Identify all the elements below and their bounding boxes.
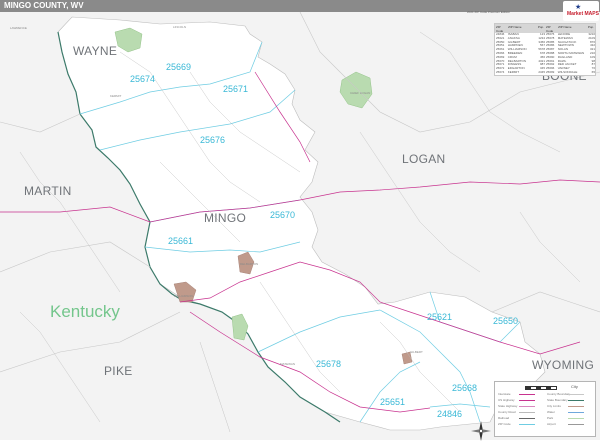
legend-swatch [568, 412, 584, 413]
legend-swatch [568, 424, 584, 425]
place-label: CHIEF LOGAN [350, 91, 371, 95]
zip-table-right-column: 25676 LENORE 3210 25678 MATEWAN 2109 25685 NAUG… [545, 32, 595, 75]
place-label: DELBARTON [240, 262, 259, 266]
legend-item: Interstate [498, 392, 511, 396]
zip-label-25650: 25650 [493, 316, 519, 326]
table-cell: WILSONDALE [557, 69, 578, 74]
zip-label-24846: 24846 [437, 409, 463, 419]
state-label-kentucky: Kentucky [50, 302, 120, 321]
legend-swatch [568, 394, 584, 395]
map-title: MINGO COUNTY, WV [4, 1, 84, 10]
legend-swatch [519, 412, 535, 413]
zip-label-25661: 25661 [168, 236, 194, 246]
legend-item: Park [547, 416, 554, 420]
legend-item: State Highway [498, 404, 518, 408]
legend-item: Airport [547, 422, 556, 426]
brand-name: Market MAPS [567, 11, 599, 17]
edition-text: 2021 ZIP Code Premium Edition [467, 10, 510, 14]
zip-table-left-column: 24846 ISABAN 123 25621 ANAKSA 1234 25650 GILBER… [495, 32, 545, 75]
map-page: MINGO COUNTY, WV WAYNE BOONE LOGAN MARTI… [0, 0, 600, 441]
zip-code-table: ZIP Code ZIP Name Pop. ZIP Code ZIP Name… [494, 23, 596, 76]
legend-item: State Boundary [547, 398, 568, 402]
legend-item: Water [547, 410, 555, 414]
legend-item: Railroad [498, 416, 510, 420]
table-cell: 65 [591, 69, 595, 74]
county-label-pike: PIKE [104, 364, 133, 378]
map-canvas: WAYNE BOONE LOGAN MARTIN MINGO PIKE WYOM… [0, 12, 600, 441]
zip-label-25671: 25671 [223, 84, 249, 94]
star-icon: ★ [575, 4, 582, 11]
legend-swatch [568, 418, 584, 419]
table-cell: 2345 [538, 69, 545, 74]
zip-label-25670: 25670 [270, 210, 296, 220]
legend-item: ZIP Code [498, 422, 511, 426]
zip-label-25678: 25678 [316, 359, 342, 369]
place-label: GILBERT [410, 350, 423, 354]
legend-swatch [519, 394, 535, 395]
county-label-martin: MARTIN [24, 184, 72, 198]
zip-label-25621: 25621 [427, 312, 453, 322]
legend-item: City Limits [547, 404, 561, 408]
legend-swatch [519, 400, 535, 401]
table-cell: 25699 [546, 69, 555, 74]
zip-label-25669: 25669 [166, 62, 192, 72]
table-cell: KERMIT [507, 69, 520, 74]
map-legend: City Interstate US Highway State Highway… [494, 381, 596, 437]
table-cell: 25674 [496, 69, 505, 74]
compass-rose-icon [471, 421, 491, 441]
table-row: 25674 KERMIT 2345 [495, 69, 545, 75]
legend-swatch [519, 418, 535, 419]
legend-item: County Boundary [547, 392, 571, 396]
county-label-mingo: MINGO [204, 211, 247, 225]
place-label: KERMIT [110, 94, 122, 98]
county-label-wayne: WAYNE [73, 44, 118, 58]
zip-label-25676: 25676 [200, 135, 226, 145]
table-row: 25699 WILSONDALE 65 [545, 69, 595, 75]
legend-swatch [568, 400, 584, 401]
place-label: WILLIAMSON [174, 294, 193, 298]
brand-logo: ★ Market MAPS [563, 1, 599, 21]
scale-bar [525, 386, 557, 390]
county-label-wyoming: WYOMING [532, 358, 595, 372]
city-legend-label: City [571, 384, 578, 389]
zip-label-25651: 25651 [380, 397, 406, 407]
legend-swatch [519, 424, 535, 425]
legend-item: County Road [498, 410, 516, 414]
place-label: MATEWAN [280, 362, 295, 366]
legend-item: US Highway [498, 398, 515, 402]
county-label-logan: LOGAN [402, 152, 446, 166]
place-label: LAWRENCE [10, 26, 27, 30]
map-graphic [0, 12, 600, 440]
place-label: LINCOLN [173, 25, 187, 29]
header-bar: MINGO COUNTY, WV [0, 0, 600, 12]
legend-swatch [568, 406, 584, 407]
zip-label-25674: 25674 [130, 74, 156, 84]
zip-label-25668: 25668 [452, 383, 478, 393]
legend-swatch [519, 406, 535, 407]
